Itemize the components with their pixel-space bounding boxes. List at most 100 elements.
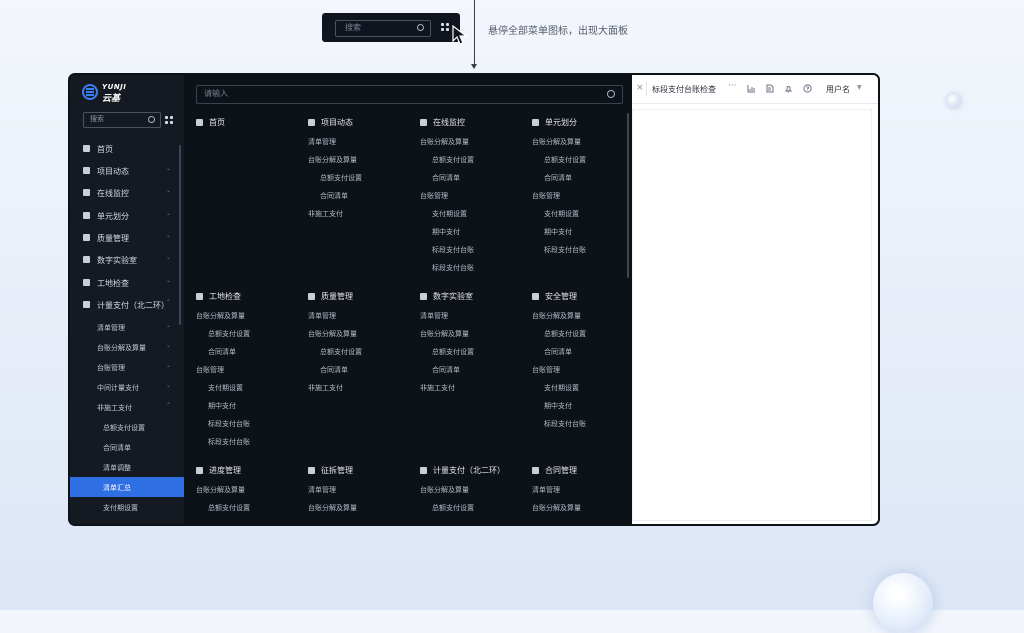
all-menu-grid-icon[interactable] xyxy=(441,23,449,31)
menu-leaf-item[interactable]: 台账分解及算量 xyxy=(532,311,581,321)
sidebar-item[interactable]: 在线监控 ⌄ xyxy=(70,183,184,203)
sidebar-scrollbar[interactable] xyxy=(179,145,181,325)
menu-leaf-item[interactable]: 台账管理 xyxy=(532,191,560,201)
menu-leaf-item[interactable]: 期中支付 xyxy=(432,227,460,237)
sidebar-subitem[interactable]: 合同清单 xyxy=(70,437,184,457)
menu-leaf-item[interactable]: 清单管理 xyxy=(308,485,336,495)
bell-icon[interactable] xyxy=(784,84,793,93)
menu-leaf-item[interactable]: 台账管理 xyxy=(532,365,560,375)
menu-leaf-item[interactable]: 支付期设置 xyxy=(432,209,467,219)
menu-leaf-item[interactable]: 台账分解及算量 xyxy=(308,329,357,339)
menu-column-title[interactable]: 单元划分 xyxy=(532,117,577,128)
menu-leaf-item[interactable]: 非施工支付 xyxy=(308,209,343,219)
menu-leaf-item[interactable]: 台账分解及算量 xyxy=(532,137,581,147)
chart-icon[interactable] xyxy=(747,84,756,93)
menu-leaf-item[interactable]: 台账分解及算量 xyxy=(420,137,469,147)
menu-column-title[interactable]: 进度管理 xyxy=(196,465,241,476)
menu-leaf-item[interactable]: 台账管理 xyxy=(420,191,448,201)
menu-leaf-item[interactable]: 合同清单 xyxy=(544,173,572,183)
menu-leaf-item[interactable]: 总额支付设置 xyxy=(320,173,362,183)
menu-column-title[interactable]: 首页 xyxy=(196,117,225,128)
sidebar-subitem[interactable]: 总额支付设置 xyxy=(70,417,184,437)
menu-leaf-item[interactable]: 标段支付台账 xyxy=(208,437,250,447)
menu-column-title[interactable]: 工地检查 xyxy=(196,291,241,302)
user-name[interactable]: 用户名 xyxy=(826,84,850,95)
menu-leaf-item[interactable]: 清单管理 xyxy=(308,311,336,321)
sidebar-subitem[interactable]: 台账管理 ⌄ xyxy=(70,357,184,377)
sidebar-item[interactable]: 质量管理 ⌄ xyxy=(70,228,184,248)
more-icon[interactable]: ··· xyxy=(728,81,737,91)
menu-leaf-item[interactable]: 标段支付台账 xyxy=(544,245,586,255)
menu-leaf-item[interactable]: 总额支付设置 xyxy=(208,503,250,513)
menu-leaf-item[interactable]: 台账分解及算量 xyxy=(420,329,469,339)
menu-leaf-item[interactable]: 非施工支付 xyxy=(420,383,455,393)
menu-leaf-item[interactable]: 总额支付设置 xyxy=(544,155,586,165)
sidebar-subitem[interactable]: 清单调整 xyxy=(70,457,184,477)
sidebar-subitem[interactable]: 中间计量支付 ⌄ xyxy=(70,377,184,397)
all-menu-grid-icon[interactable] xyxy=(165,116,173,124)
menu-leaf-item[interactable]: 合同清单 xyxy=(320,191,348,201)
sidebar-subitem[interactable]: 清单管理 ⌄ xyxy=(70,317,184,337)
menu-leaf-item[interactable]: 合同清单 xyxy=(544,347,572,357)
sidebar-item[interactable]: 计量支付（北二环） ⌃ xyxy=(70,295,184,315)
sidebar-item[interactable]: 工地检查 ⌄ xyxy=(70,273,184,293)
sidebar-subitem[interactable]: 期中支付 xyxy=(70,517,184,524)
menu-leaf-item[interactable]: 清单管理 xyxy=(420,311,448,321)
menu-leaf-item[interactable]: 总额支付设置 xyxy=(544,329,586,339)
menu-leaf-item[interactable]: 标段支付台账 xyxy=(432,245,474,255)
menu-leaf-item[interactable]: 台账分解及算量 xyxy=(308,503,357,513)
menu-leaf-item[interactable]: 期中支付 xyxy=(544,401,572,411)
menu-leaf-item[interactable]: 台账分解及算量 xyxy=(196,311,245,321)
sidebar-subitem[interactable]: 非施工支付 ⌃ xyxy=(70,397,184,417)
menu-leaf-item[interactable]: 台账分解及算量 xyxy=(196,485,245,495)
menu-leaf-item[interactable]: 期中支付 xyxy=(544,227,572,237)
menu-leaf-item[interactable]: 合同清单 xyxy=(208,347,236,357)
sidebar-search-input[interactable]: 搜索 xyxy=(83,112,161,128)
menu-leaf-item[interactable]: 台账分解及算量 xyxy=(532,503,581,513)
sidebar-subitem[interactable]: 台账分解及算量 ⌄ xyxy=(70,337,184,357)
menu-leaf-item[interactable]: 清单管理 xyxy=(532,485,560,495)
help-icon[interactable] xyxy=(803,84,812,93)
menu-leaf-item[interactable]: 非施工支付 xyxy=(308,383,343,393)
menu-leaf-item[interactable]: 期中支付 xyxy=(208,401,236,411)
panel-search-input[interactable]: 请输入 xyxy=(196,85,623,104)
menu-column-title[interactable]: 计量支付（北二环） xyxy=(420,465,505,476)
menu-leaf-item[interactable]: 总额支付设置 xyxy=(432,155,474,165)
menu-leaf-item[interactable]: 合同清单 xyxy=(320,365,348,375)
sidebar-item[interactable]: 单元划分 ⌄ xyxy=(70,206,184,226)
menu-leaf-item[interactable]: 清单管理 xyxy=(308,137,336,147)
menu-leaf-item[interactable]: 台账分解及算量 xyxy=(308,155,357,165)
menu-leaf-item[interactable]: 总额支付设置 xyxy=(208,329,250,339)
menu-column-title[interactable]: 在线监控 xyxy=(420,117,465,128)
menu-column-title[interactable]: 安全管理 xyxy=(532,291,577,302)
close-tab-icon[interactable]: × xyxy=(636,83,644,93)
menu-leaf-item[interactable]: 标段支付台账 xyxy=(432,263,474,273)
panel-scrollbar[interactable] xyxy=(627,113,629,278)
menu-leaf-item[interactable]: 台账分解及算量 xyxy=(420,485,469,495)
menu-column-title[interactable]: 质量管理 xyxy=(308,291,353,302)
sidebar-item[interactable]: 项目动态 ⌄ xyxy=(70,161,184,181)
mini-search-input[interactable]: 搜索 xyxy=(335,20,431,37)
menu-column-title[interactable]: 征拆管理 xyxy=(308,465,353,476)
document-icon[interactable] xyxy=(765,84,774,93)
menu-leaf-item[interactable]: 合同清单 xyxy=(432,173,460,183)
sidebar-subitem[interactable]: 支付期设置 xyxy=(70,497,184,517)
menu-column-title[interactable]: 项目动态 xyxy=(308,117,353,128)
menu-leaf-item[interactable]: 支付期设置 xyxy=(208,383,243,393)
tab-active[interactable]: 标段支付台账检查 xyxy=(652,84,716,95)
menu-leaf-item[interactable]: 支付期设置 xyxy=(544,209,579,219)
sidebar-subitem-active[interactable]: 清单汇总 xyxy=(70,477,184,497)
menu-leaf-item[interactable]: 总额支付设置 xyxy=(320,347,362,357)
sidebar-item[interactable]: 首页 xyxy=(70,139,184,159)
menu-leaf-item[interactable]: 支付期设置 xyxy=(544,383,579,393)
menu-leaf-item[interactable]: 标段支付台账 xyxy=(208,419,250,429)
menu-leaf-item[interactable]: 台账管理 xyxy=(196,365,224,375)
menu-leaf-item[interactable]: 标段支付台账 xyxy=(544,419,586,429)
menu-leaf-item[interactable]: 合同清单 xyxy=(432,365,460,375)
sidebar-item[interactable]: 数字实验室 ⌄ xyxy=(70,250,184,270)
menu-column-title[interactable]: 合同管理 xyxy=(532,465,577,476)
menu-column-title[interactable]: 数字实验室 xyxy=(420,291,473,302)
chevron-down-icon[interactable]: ▼ xyxy=(857,84,862,91)
menu-leaf-item[interactable]: 总额支付设置 xyxy=(432,347,474,357)
menu-leaf-item[interactable]: 总额支付设置 xyxy=(432,503,474,513)
